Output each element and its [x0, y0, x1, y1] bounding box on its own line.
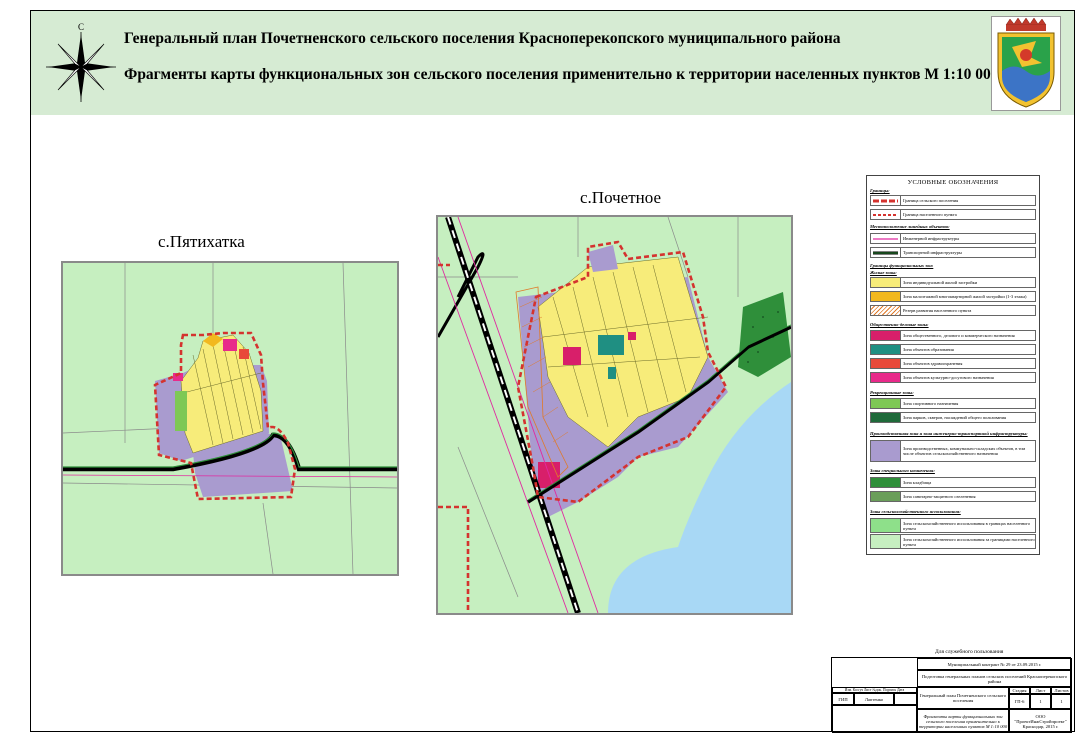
main-title: Генеральный план Почетненского сельского…: [124, 30, 841, 47]
legend-swatch: [871, 413, 901, 422]
legend-item-healthcare: Зона объектов здравоохранения: [870, 358, 1036, 369]
legend-item-public-business: Зона общественного, делового и коммерчес…: [870, 330, 1036, 341]
legend-swatch: [871, 234, 901, 243]
stamp-col-stage: Стадия: [1009, 687, 1030, 694]
stamp-sheets-value: 1: [1051, 694, 1072, 709]
legend-item-agri-outside: Зона сельскохозяйственного использования…: [870, 534, 1036, 549]
legend-section-agri: Зоны сельскохозяйственного использования…: [870, 509, 961, 514]
title-block: [31, 11, 1074, 115]
legend-swatch: [871, 492, 901, 501]
legend-swatch: [871, 441, 901, 461]
coat-of-arms-emblem: [991, 16, 1061, 111]
legend-item-lowrise-housing: Зона малоэтажной многоквартирной жилой з…: [870, 291, 1036, 302]
stamp-object: Генеральный план Почетненского сельского…: [917, 687, 1009, 709]
legend-section-special: Зоны специального назначения:: [870, 468, 935, 473]
legend-item-sport: Зона спортивного назначения: [870, 398, 1036, 409]
stamp-company: ООО "ПроектИнжСтройпроект" Краснодар, 20…: [1009, 709, 1072, 733]
map-pochetnoe-drawing: [438, 217, 791, 613]
drawing-stamp: Муниципальный контракт № 29 от 23.09.201…: [831, 657, 1072, 733]
map-legend: УСЛОВНЫЕ ОБОЗНАЧЕНИЯ Границы: Граница се…: [866, 175, 1040, 555]
legend-swatch: [871, 535, 901, 548]
legend-item-sanitary: Зона санитарно-защитного озеленения: [870, 491, 1036, 502]
legend-swatch: [871, 306, 901, 315]
map-label-pochetnoe: с.Почетное: [580, 188, 662, 207]
legend-swatch: [871, 196, 901, 205]
legend-swatch: [871, 519, 901, 532]
map-pyatikhatka-drawing: [63, 263, 397, 574]
legend-swatch: [871, 373, 901, 382]
legend-title: УСЛОВНЫЕ ОБОЗНАЧЕНИЯ: [907, 179, 999, 186]
map-pyatikhatka: [61, 261, 399, 576]
stamp-col-sheets: Листов: [1051, 687, 1072, 694]
stamp-gip-name: Лаптенко: [854, 693, 894, 705]
legend-section-recreation: Рекреационные зоны:: [870, 390, 914, 395]
legend-item-education: Зона объектов образования: [870, 344, 1036, 355]
stamp-contract: Муниципальный контракт № 29 от 23.09.201…: [917, 658, 1072, 670]
legend-swatch: [871, 345, 901, 354]
compass-rose-icon: С: [46, 22, 116, 102]
service-use-label: Для служебного пользования: [935, 649, 1004, 655]
legend-section-infra: Местоположение линейных объектов:: [870, 224, 950, 229]
legend-item-individual-housing: Зона индивидуальной жилой застройки: [870, 277, 1036, 288]
legend-swatch: [871, 359, 901, 368]
legend-section-borders: Границы:: [870, 188, 890, 193]
stamp-gip-label: ГИП: [832, 693, 854, 705]
legend-swatch: [871, 292, 901, 301]
legend-item-agri-inside: Зона сельскохозяйственного использования…: [870, 518, 1036, 533]
map-label-pyatikhatka: с.Пятихатка: [158, 232, 245, 251]
legend-item-engineering-infra: Инженерной инфраструктуры: [870, 233, 1036, 244]
legend-item-cemetery: Зона кладбища: [870, 477, 1036, 488]
legend-section-industrial: Производственная зона и зона инженерно-т…: [870, 431, 1028, 436]
legend-item-reserve: Резерв развития населенного пункта: [870, 305, 1036, 316]
stamp-project: Подготовка генеральных планов сельских п…: [917, 670, 1072, 687]
stamp-empty-signatures: [832, 705, 917, 733]
legend-section-public: Общественно-деловые зоны:: [870, 322, 929, 327]
compass-north-letter: С: [78, 22, 84, 32]
legend-swatch: [871, 399, 901, 408]
legend-section-residential: Жилые зоны:: [870, 270, 897, 275]
stamp-sheet-value: 1: [1030, 694, 1051, 709]
stamp-stage-value: ГП-6: [1009, 694, 1030, 709]
legend-swatch: [871, 478, 901, 487]
legend-item-settlement-border: Граница сельского поселения: [870, 195, 1036, 206]
map-pochetnoe: [436, 215, 793, 615]
sheet-title: Фрагменты карты функциональных зон сельс…: [124, 66, 999, 83]
legend-section-zones: Границы функциональных зон:: [870, 263, 934, 268]
legend-swatch: [871, 248, 901, 257]
legend-item-locality-border: Граница населенного пункта: [870, 209, 1036, 220]
legend-item-transport-infra: Транспортной инфраструктуры: [870, 247, 1036, 258]
stamp-gip-sign: [894, 693, 917, 705]
stamp-col-sheet: Лист: [1030, 687, 1051, 694]
legend-swatch: [871, 210, 901, 219]
legend-item-culture: Зона объектов культурно-досугового назна…: [870, 372, 1036, 383]
legend-item-industrial: Зона производственных, коммунально-склад…: [870, 440, 1036, 462]
stamp-sheet-description: Фрагменты карты функциональных зон сельс…: [917, 709, 1009, 733]
legend-swatch: [871, 278, 901, 287]
legend-swatch: [871, 331, 901, 340]
legend-item-parks: Зона парков, скверов, насаждений общего …: [870, 412, 1036, 423]
